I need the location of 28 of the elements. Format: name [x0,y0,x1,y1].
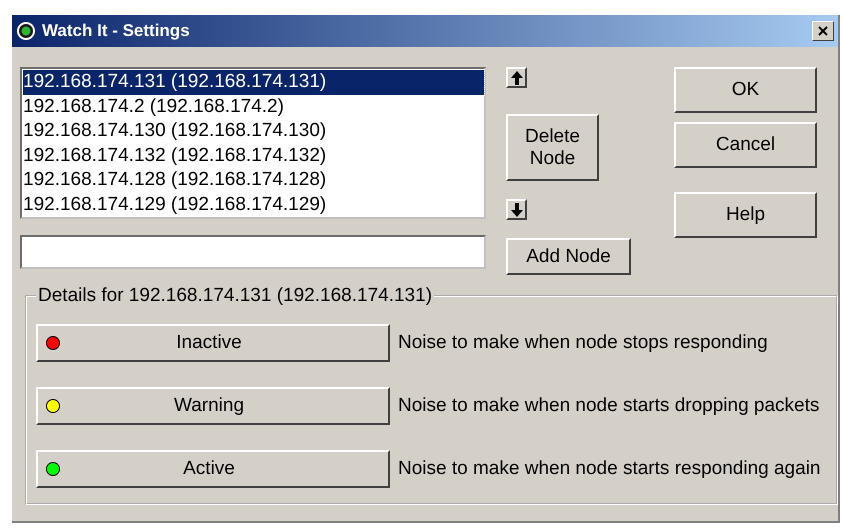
dialog-button[interactable]: Cancel [674,122,817,168]
sound-button[interactable]: Active [36,450,390,488]
list-item[interactable]: 192.168.174.131 (192.168.174.131) [23,70,484,94]
group-title: Details for 192.168.174.131 (192.168.174.131) [37,285,434,307]
state-description: Noise to make when node starts dropping packets [398,394,820,417]
list-item[interactable]: 192.168.174.129 (192.168.174.129) [23,192,328,217]
dialog-button[interactable]: Help [674,192,817,238]
down-arrow-icon [510,202,522,216]
list-item[interactable]: 192.168.174.130 (192.168.174.130) [23,119,328,144]
list-item[interactable]: 192.168.174.2 (192.168.174.2) [23,94,286,119]
up-arrow-icon [510,70,522,84]
close-icon [817,25,829,37]
close-button[interactable] [812,21,834,41]
move-down-button[interactable] [506,199,527,220]
node-input-field[interactable] [20,235,486,269]
delete-node-button[interactable]: Delete Node [506,114,599,181]
sound-button[interactable]: Inactive [36,324,390,362]
sound-button[interactable]: Warning [36,386,390,424]
list-item[interactable]: 192.168.174.132 (192.168.174.132) [23,144,328,168]
dialog-button[interactable]: OK [674,67,817,113]
window-title: Watch It - Settings [42,21,191,41]
app-icon [16,21,36,41]
node-list[interactable]: 192.168.174.131 (192.168.174.131) 192.168.174.2 (192.168.174.2) 192.168.174.130 (192.168.174.130) 192.168.174.132 (192.168.174.132) 192.168.174.128 (192.168.174.128) 192.168.174.129 (192.168.174.129) [20,67,486,219]
move-up-button[interactable] [506,67,527,88]
add-node-button[interactable]: Add Node [506,238,631,275]
list-item[interactable]: 192.168.174.128 (192.168.174.128) [23,168,328,192]
state-description: Noise to make when node stops responding [398,331,769,354]
state-description: Noise to make when node starts responding again [398,457,822,480]
